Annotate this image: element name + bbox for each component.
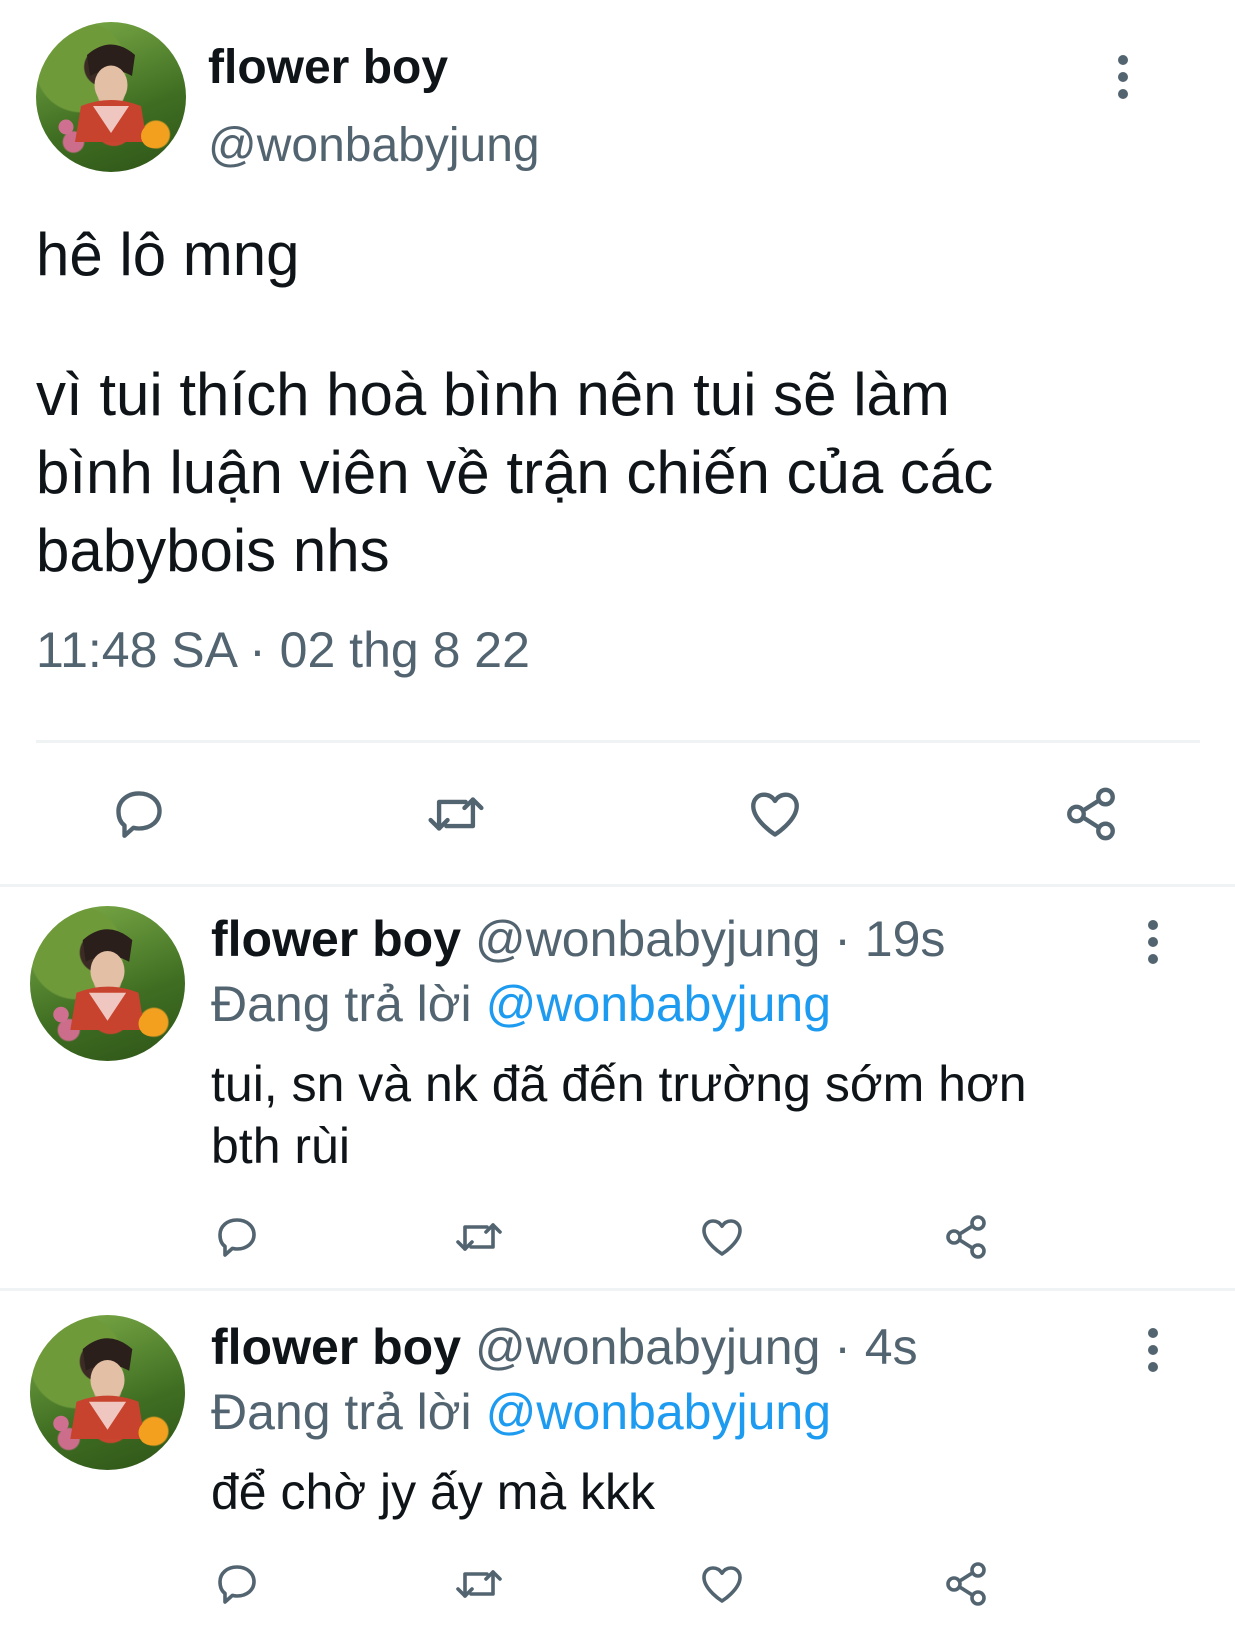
reply-display-name[interactable]: flower boy xyxy=(211,911,461,967)
main-tweet-timestamp[interactable]: 11:48 SA · 02 thg 8 22 xyxy=(36,620,530,680)
like-icon[interactable] xyxy=(697,1560,747,1608)
main-tweet-text-line: hê lô mng xyxy=(36,221,300,288)
reply-icon[interactable] xyxy=(213,1560,261,1608)
share-icon[interactable] xyxy=(942,1213,990,1261)
avatar-image xyxy=(53,929,164,1037)
reply-icon[interactable] xyxy=(110,785,168,843)
reply-header: flower boy @wonbabyjung · 19s xyxy=(211,910,945,968)
avatar[interactable] xyxy=(30,906,185,1061)
avatar[interactable] xyxy=(36,22,186,172)
share-icon[interactable] xyxy=(942,1560,990,1608)
retweet-icon[interactable] xyxy=(453,1560,505,1608)
replying-to-line: Đang trả lời @wonbabyjung xyxy=(211,975,831,1033)
reply-text-line: bth rùi xyxy=(211,1118,350,1174)
reply-text-line: tui, sn và nk đã đến trường sớm hơn xyxy=(211,1056,1027,1112)
retweet-icon[interactable] xyxy=(453,1213,505,1261)
main-tweet-text: hê lô mng vì tui thích hoà bình nên tui … xyxy=(36,216,993,590)
retweet-icon[interactable] xyxy=(424,785,488,843)
reply-handle-time[interactable]: @wonbabyjung · 4s xyxy=(475,1319,918,1375)
main-tweet-display-name[interactable]: flower boy xyxy=(208,40,448,96)
main-tweet-text-line: vì tui thích hoà bình nên tui sẽ làm xyxy=(36,361,950,428)
avatar-image xyxy=(53,1338,164,1446)
divider xyxy=(36,740,1200,743)
replying-to-link[interactable]: @wonbabyjung xyxy=(486,976,831,1032)
more-icon[interactable] xyxy=(1118,55,1128,99)
reply-header: flower boy @wonbabyjung · 4s xyxy=(211,1318,918,1376)
replying-label: Đang trả lời xyxy=(211,976,472,1032)
reply-text: tui, sn và nk đã đến trường sớm hơn bth … xyxy=(211,1053,1027,1177)
reply-icon[interactable] xyxy=(213,1213,261,1261)
avatar-image xyxy=(58,44,165,148)
divider xyxy=(0,884,1235,887)
divider xyxy=(0,1288,1235,1291)
reply-display-name[interactable]: flower boy xyxy=(211,1319,461,1375)
share-icon[interactable] xyxy=(1062,785,1120,843)
replying-to-line: Đang trả lời @wonbabyjung xyxy=(211,1383,831,1441)
main-tweet-text-line: bình luận viên về trận chiến của các xyxy=(36,439,994,506)
reply-text: để chờ jy ấy mà kkk xyxy=(211,1461,655,1523)
main-tweet-handle[interactable]: @wonbabyjung xyxy=(208,118,540,174)
avatar[interactable] xyxy=(30,1315,185,1470)
like-icon[interactable] xyxy=(697,1213,747,1261)
replying-to-link[interactable]: @wonbabyjung xyxy=(486,1384,831,1440)
main-tweet-text-line: babybois nhs xyxy=(36,517,390,584)
more-icon[interactable] xyxy=(1148,1328,1158,1372)
reply-handle-time[interactable]: @wonbabyjung · 19s xyxy=(475,911,945,967)
replying-label: Đang trả lời xyxy=(211,1384,472,1440)
like-icon[interactable] xyxy=(745,785,805,843)
reply-text-line: để chờ jy ấy mà kkk xyxy=(211,1464,656,1520)
more-icon[interactable] xyxy=(1148,920,1158,964)
